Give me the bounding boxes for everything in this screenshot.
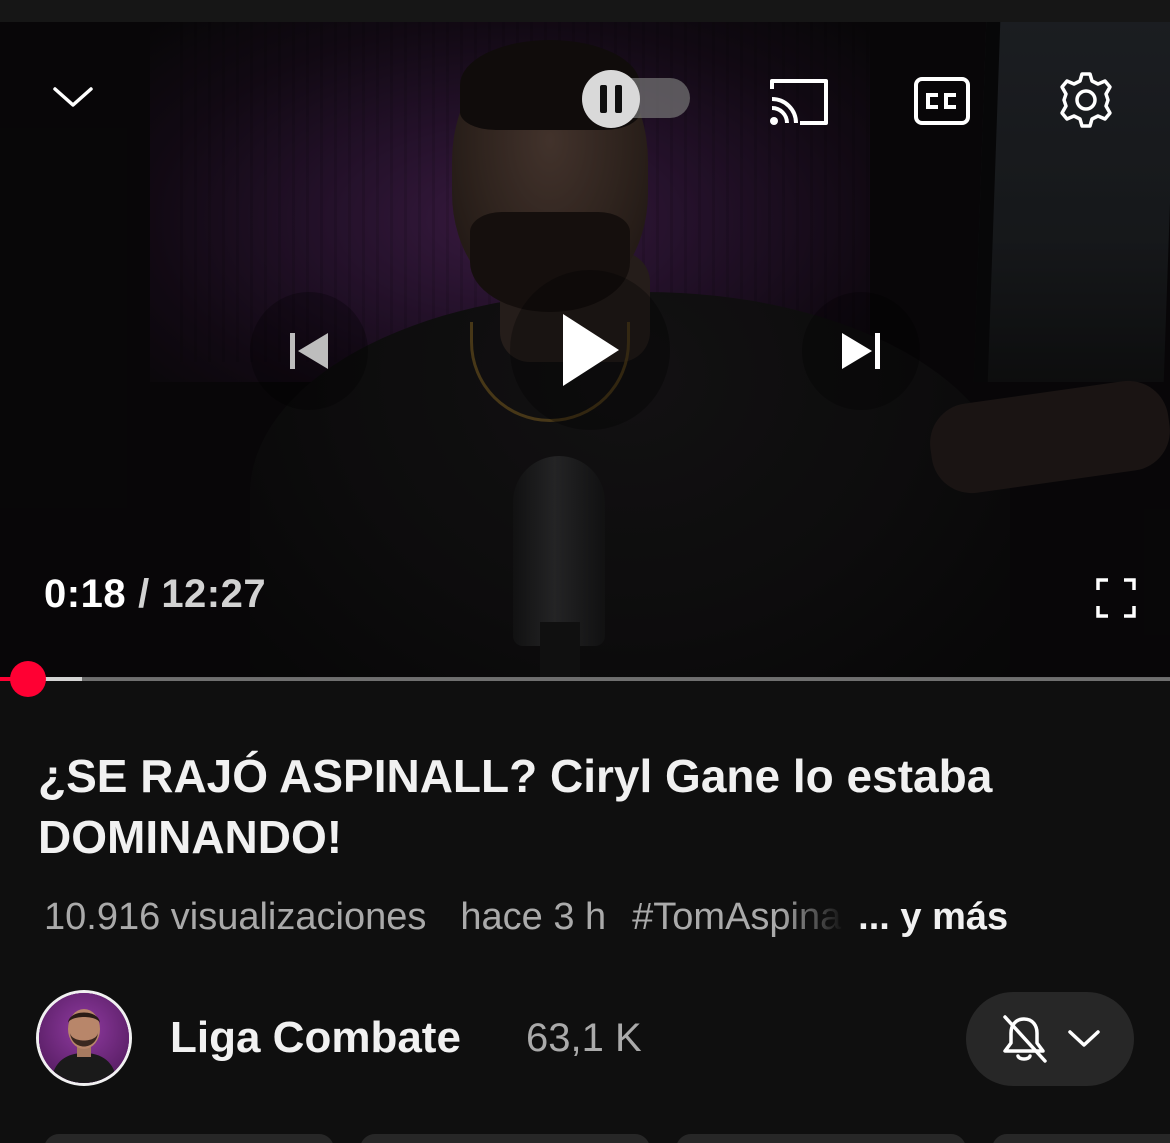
play-icon bbox=[563, 314, 619, 386]
captions-button[interactable] bbox=[910, 72, 974, 130]
skip-next-icon bbox=[842, 333, 880, 369]
cc-icon bbox=[914, 77, 970, 125]
status-strip bbox=[0, 0, 1170, 22]
fullscreen-icon bbox=[1096, 578, 1136, 618]
cast-icon bbox=[770, 79, 828, 125]
time-separator: / bbox=[138, 572, 150, 616]
channel-avatar[interactable] bbox=[36, 990, 132, 1086]
channel-name[interactable]: Liga Combate bbox=[170, 1013, 461, 1063]
view-count: 10.916 visualizaciones bbox=[44, 895, 427, 938]
autoplay-toggle-knob bbox=[582, 70, 640, 128]
app: 0:18 / 12:27 ¿SE RAJÓ ASPINALL? Ciryl Ga… bbox=[0, 0, 1170, 1143]
bell-off-icon bbox=[1003, 1015, 1047, 1063]
chevron-down-icon bbox=[1068, 1030, 1100, 1047]
more-description-link[interactable]: ... y más bbox=[858, 896, 1008, 939]
gear-icon bbox=[1060, 72, 1112, 128]
cast-button[interactable] bbox=[762, 72, 834, 130]
settings-button[interactable] bbox=[1052, 68, 1120, 132]
action-chip[interactable] bbox=[360, 1134, 650, 1143]
seek-bar[interactable] bbox=[0, 661, 1170, 697]
collapse-player-button[interactable] bbox=[44, 72, 102, 122]
avatar-image bbox=[39, 993, 129, 1083]
time-display: 0:18 / 12:27 bbox=[44, 572, 266, 617]
video-title[interactable]: ¿SE RAJÓ ASPINALL? Ciryl Gane lo estaba … bbox=[38, 746, 1128, 868]
action-chip[interactable] bbox=[676, 1134, 966, 1143]
seek-bar-track bbox=[0, 677, 1170, 681]
previous-video-button[interactable] bbox=[250, 292, 368, 410]
autoplay-toggle[interactable] bbox=[582, 70, 690, 128]
video-meta-row[interactable]: 10.916 visualizaciones hace 3 h #TomAspi… bbox=[44, 892, 1134, 942]
time-total-group: / 12:27 bbox=[138, 572, 266, 617]
video-player[interactable]: 0:18 / 12:27 bbox=[0, 22, 1170, 678]
action-chip[interactable] bbox=[44, 1134, 334, 1143]
time-current: 0:18 bbox=[44, 572, 127, 616]
upload-age: hace 3 h bbox=[460, 895, 607, 938]
pause-icon bbox=[600, 85, 622, 113]
subscriber-count: 63,1 K bbox=[526, 1016, 642, 1060]
action-chip[interactable] bbox=[992, 1134, 1170, 1143]
seek-bar-thumb[interactable] bbox=[10, 661, 46, 697]
chevron-down-icon bbox=[53, 87, 93, 107]
hashtag-link[interactable]: #TomAspinall bbox=[632, 896, 844, 939]
time-total: 12:27 bbox=[161, 572, 267, 616]
play-button[interactable] bbox=[510, 270, 670, 430]
subscribed-notification-button[interactable] bbox=[966, 992, 1134, 1086]
skip-previous-icon bbox=[290, 333, 328, 369]
next-video-button[interactable] bbox=[802, 292, 920, 410]
fullscreen-button[interactable] bbox=[1088, 570, 1144, 626]
